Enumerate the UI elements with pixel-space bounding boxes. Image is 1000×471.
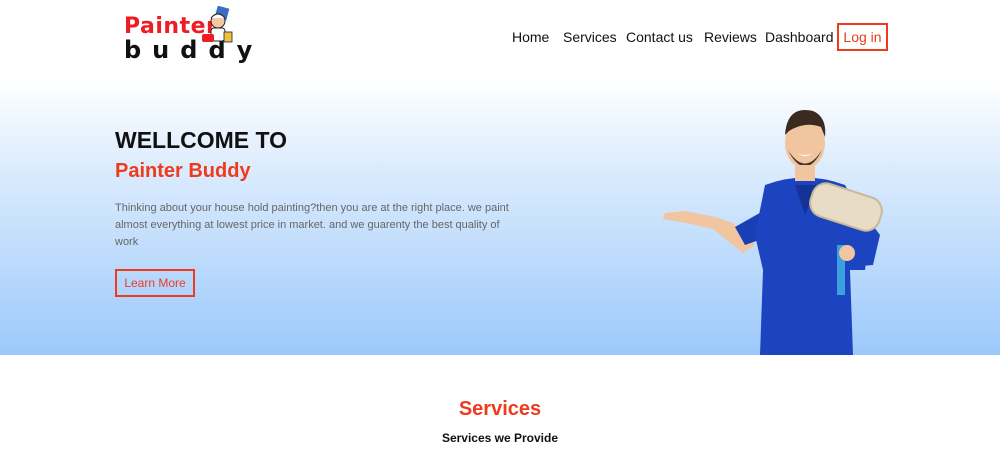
hero-description: Thinking about your house hold painting?… bbox=[115, 202, 509, 248]
nav-services[interactable]: Services bbox=[563, 29, 617, 45]
hero-title: WELLCOME TO bbox=[115, 127, 288, 153]
painter-holding-roller-image bbox=[663, 110, 883, 355]
nav-home[interactable]: Home bbox=[512, 29, 549, 45]
site-header: Painter buddy Home Services Contact us R… bbox=[0, 0, 1000, 80]
logo-text-buddy: buddy bbox=[124, 36, 264, 64]
login-button[interactable]: Log in bbox=[837, 23, 888, 51]
painter-mascot-icon bbox=[202, 6, 233, 43]
nav-reviews[interactable]: Reviews bbox=[704, 29, 757, 45]
services-title: Services bbox=[458, 398, 542, 420]
hero-subtitle: Painter Buddy bbox=[115, 160, 251, 182]
hero-section: WELLCOME TO Painter Buddy Thinking about… bbox=[0, 80, 1000, 355]
site-logo[interactable]: Painter buddy bbox=[120, 6, 252, 66]
nav-contact-us[interactable]: Contact us bbox=[626, 29, 693, 45]
nav-dashboard[interactable]: Dashboard bbox=[765, 29, 834, 45]
services-subtitle: Services we Provide bbox=[441, 431, 559, 445]
learn-more-button[interactable]: Learn More bbox=[115, 269, 195, 297]
